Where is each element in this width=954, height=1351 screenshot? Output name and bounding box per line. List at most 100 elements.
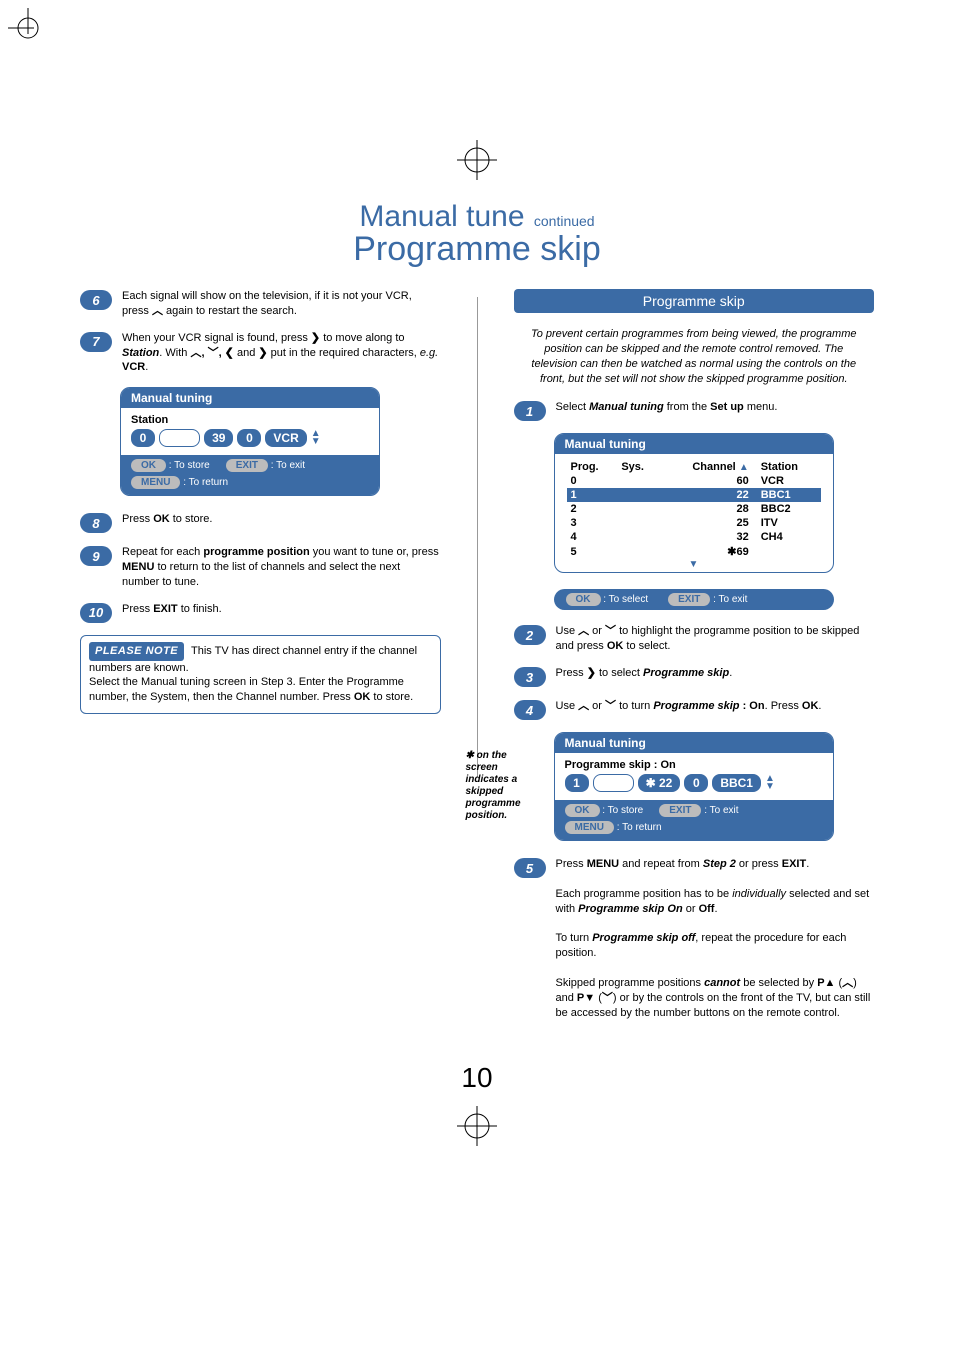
table-row: 5✱69 <box>567 544 821 559</box>
table-row: 060VCR <box>567 474 821 488</box>
crop-mark <box>457 1106 497 1146</box>
step-text: Press ❯ to select Programme skip. <box>556 666 733 681</box>
up-icon: ︿ <box>842 977 853 989</box>
t: Programme skip On <box>578 903 683 915</box>
programme-table: Prog. Sys. Channel ▲ Station 060VCR122BB… <box>567 460 821 559</box>
up-down-icon: ▲▼ <box>765 775 775 791</box>
value-prog: 1 <box>565 774 589 792</box>
crop-mark <box>457 140 497 180</box>
t: Skipped programme positions <box>556 977 705 989</box>
please-note-badge: PLEASE NOTE <box>89 642 184 661</box>
t: . With <box>159 347 190 359</box>
t: individually <box>732 888 786 900</box>
osd-manual-tuning-station: Manual tuning Station 0 39 0 VCR ▲▼ OK :… <box>120 387 380 496</box>
step-number: 4 <box>514 700 546 720</box>
step-number: 10 <box>80 603 112 623</box>
osd-values: 0 39 0 VCR ▲▼ <box>131 429 369 447</box>
page-number: 10 <box>80 1062 874 1094</box>
t: MENU <box>587 858 619 870</box>
t: : To select <box>603 594 648 605</box>
t: Off <box>699 903 715 915</box>
t: put in the required characters, <box>271 347 420 359</box>
down-icon: ▼ <box>567 559 821 570</box>
t: MENU <box>122 561 154 573</box>
step-number: 9 <box>80 546 112 566</box>
left-column: 6 Each signal will show on the televisio… <box>80 289 441 714</box>
step-4r: 4 Use ︿ or ﹀ to turn Programme skip : On… <box>514 699 875 720</box>
col-sys: Sys. <box>617 460 660 474</box>
t: be selected by <box>740 977 817 989</box>
step-7: 7 When your VCR signal is found, press ❯… <box>80 331 441 376</box>
step-number: 1 <box>514 401 546 421</box>
t: Set up <box>710 401 744 413</box>
subtitle: Manual tune <box>359 200 524 233</box>
t: . <box>806 858 809 870</box>
t: Select <box>556 401 590 413</box>
table-row: 122BBC1 <box>567 488 821 502</box>
value-ch: 39 <box>204 429 233 447</box>
t: Channel <box>236 691 277 703</box>
exit-button: EXIT <box>668 593 710 606</box>
t: : On <box>740 700 765 712</box>
t: VCR <box>122 361 145 373</box>
step-text: When your VCR signal is found, press ❯ t… <box>122 331 441 376</box>
t: . <box>729 667 732 679</box>
down-icon: ﹀ <box>605 625 616 637</box>
subtitle-continued: continued <box>534 213 595 229</box>
step-text: Press EXIT to finish. <box>122 602 222 617</box>
t: from the <box>664 401 710 413</box>
t: Manual tuning <box>141 676 210 688</box>
t: Press <box>122 513 153 525</box>
t: P▼ <box>577 992 595 1004</box>
step-10: 10 Press EXIT to finish. <box>80 602 441 623</box>
t: . <box>145 361 148 373</box>
value-station: BBC1 <box>712 774 761 792</box>
step-text: Press MENU and repeat from Step 2 or pre… <box>556 857 875 1020</box>
t: or <box>589 625 605 637</box>
osd-footer-bar: OK : To select EXIT : To exit <box>554 589 834 610</box>
step-9: 9 Repeat for each programme position you… <box>80 545 441 590</box>
t: OK <box>354 691 371 703</box>
osd-values: 1 ✱ 22 0 BBC1 ▲▼ <box>565 774 823 792</box>
t: To turn <box>556 932 593 944</box>
col-station: Station <box>757 460 821 474</box>
osd-header: Manual tuning <box>121 388 379 408</box>
step-8: 8 Press OK to store. <box>80 512 441 533</box>
t: OK <box>607 640 624 652</box>
value-ch: ✱ 22 <box>638 774 681 792</box>
t: . Press <box>765 700 802 712</box>
section-header: Programme skip <box>514 289 875 313</box>
up-icon: ︿ <box>152 305 163 317</box>
t: to store. <box>170 513 213 525</box>
step-number: 2 <box>514 625 546 645</box>
osd-footer: OK : To store EXIT : To exit MENU : To r… <box>121 455 379 495</box>
t: screen in <box>210 676 261 688</box>
osd-header: Manual tuning <box>555 733 833 753</box>
up-icon: ▲ <box>739 462 749 473</box>
t: Programme skip <box>653 700 739 712</box>
t: Select the <box>89 676 141 688</box>
arrows-icon: ︿, ﹀, ❮ <box>190 347 233 359</box>
table-row: 325ITV <box>567 516 821 530</box>
table-row: 228BBC2 <box>567 502 821 516</box>
t: Press <box>556 858 587 870</box>
down-icon: ﹀ <box>605 700 616 712</box>
t: When your VCR signal is found, press <box>122 332 311 344</box>
step-text: Each signal will show on the television,… <box>122 289 441 319</box>
page-title-block: Manual tune continued Programme skip <box>80 200 874 269</box>
t: Use <box>556 700 579 712</box>
t: OK <box>153 513 170 525</box>
step-number: 3 <box>514 667 546 687</box>
t: you want to tune or, press <box>310 546 439 558</box>
col-prog: Prog. <box>567 460 618 474</box>
up-down-icon: ▲▼ <box>311 430 321 446</box>
ok-button: OK <box>566 593 601 606</box>
right-icon: ❯ <box>587 667 596 679</box>
t: menu. <box>744 401 778 413</box>
col-channel: Channel ▲ <box>660 460 756 474</box>
main-title: Programme skip <box>80 230 874 269</box>
t: Programme skip off <box>592 932 695 944</box>
t: System <box>150 691 187 703</box>
step-number: 7 <box>80 332 112 352</box>
step-6: 6 Each signal will show on the televisio… <box>80 289 441 319</box>
